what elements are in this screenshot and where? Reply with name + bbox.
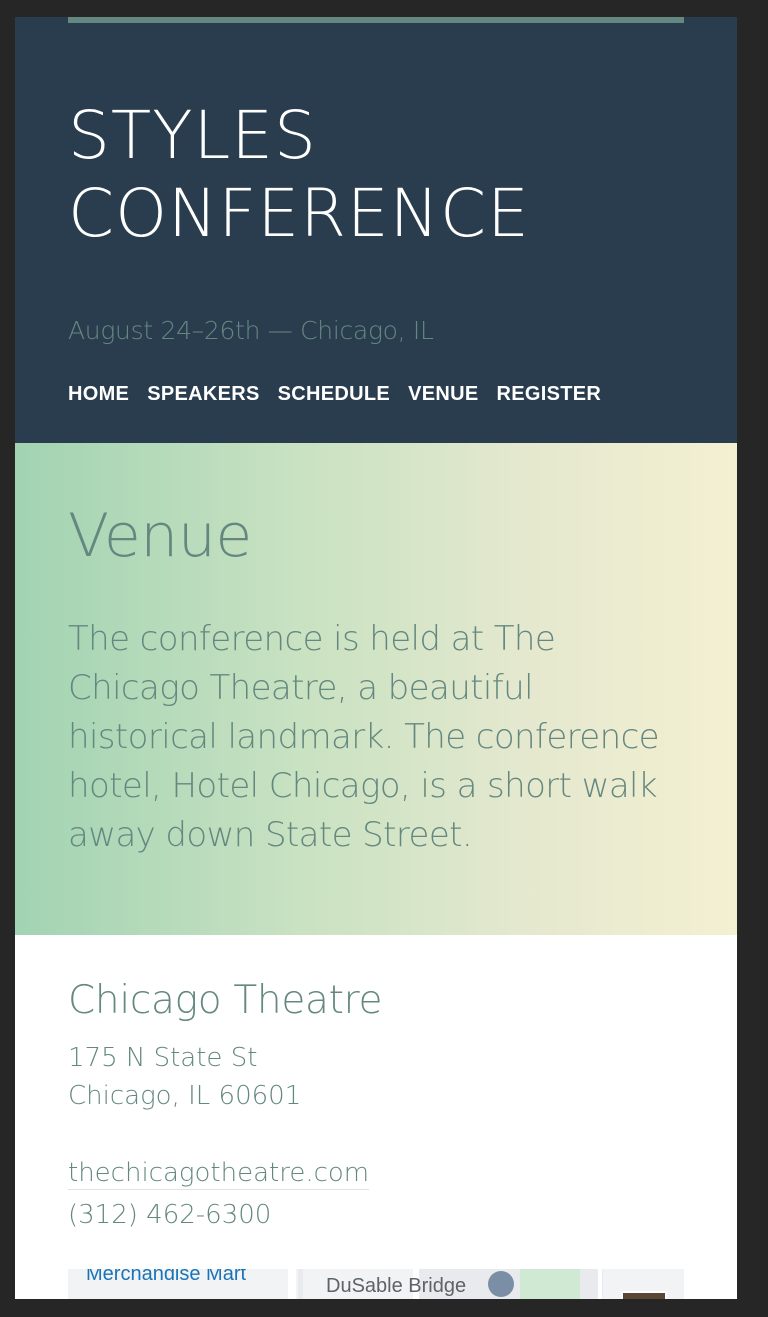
venue-name: Chicago Theatre bbox=[68, 978, 383, 1023]
map-label-merchandise-mart: Merchandise Mart bbox=[86, 1269, 247, 1285]
site-logo[interactable]: STYLES CONFERENCE bbox=[68, 97, 530, 253]
nav-schedule[interactable]: SCHEDULE bbox=[278, 383, 390, 406]
map-pin-icon[interactable] bbox=[488, 1271, 514, 1297]
venue-contact: thechicagotheatre.com (312) 462-6300 bbox=[68, 1154, 370, 1234]
venue-map[interactable]: Merchandise Mart DuSable Bridge bbox=[68, 1269, 684, 1299]
venue-description: The conference is held at The Chicago Th… bbox=[68, 619, 660, 855]
primary-nav: HOME SPEAKERS SCHEDULE VENUE REGISTER bbox=[68, 383, 601, 406]
nav-speakers[interactable]: SPEAKERS bbox=[147, 383, 259, 406]
address-street: 175 N State St bbox=[68, 1043, 258, 1073]
nav-home[interactable]: HOME bbox=[68, 383, 129, 406]
logo-line-2: CONFERENCE bbox=[68, 175, 530, 252]
venue-details: Chicago Theatre 175 N State St Chicago, … bbox=[15, 935, 737, 1299]
venue-phone[interactable]: (312) 462-6300 bbox=[68, 1196, 369, 1234]
venue-website-link[interactable]: thechicagotheatre.com bbox=[68, 1157, 370, 1190]
nav-register[interactable]: REGISTER bbox=[496, 383, 601, 406]
page-title: Venue bbox=[68, 501, 252, 571]
site-header: STYLES CONFERENCE August 24–26th — Chica… bbox=[15, 17, 737, 443]
venue-hero: Venue The conference is held at The Chic… bbox=[15, 443, 737, 935]
map-photo-thumbnail[interactable] bbox=[621, 1291, 667, 1299]
event-tagline: August 24–26th — Chicago, IL bbox=[68, 316, 434, 345]
venue-address: 175 N State St Chicago, IL 60601 bbox=[68, 1039, 301, 1115]
page: STYLES CONFERENCE August 24–26th — Chica… bbox=[15, 17, 737, 1299]
header-accent-rule bbox=[68, 17, 684, 23]
map-label-dusable-bridge: DuSable Bridge bbox=[326, 1275, 467, 1297]
logo-line-1: STYLES bbox=[68, 97, 317, 174]
address-city: Chicago, IL 60601 bbox=[68, 1081, 302, 1111]
nav-venue[interactable]: VENUE bbox=[408, 383, 478, 406]
